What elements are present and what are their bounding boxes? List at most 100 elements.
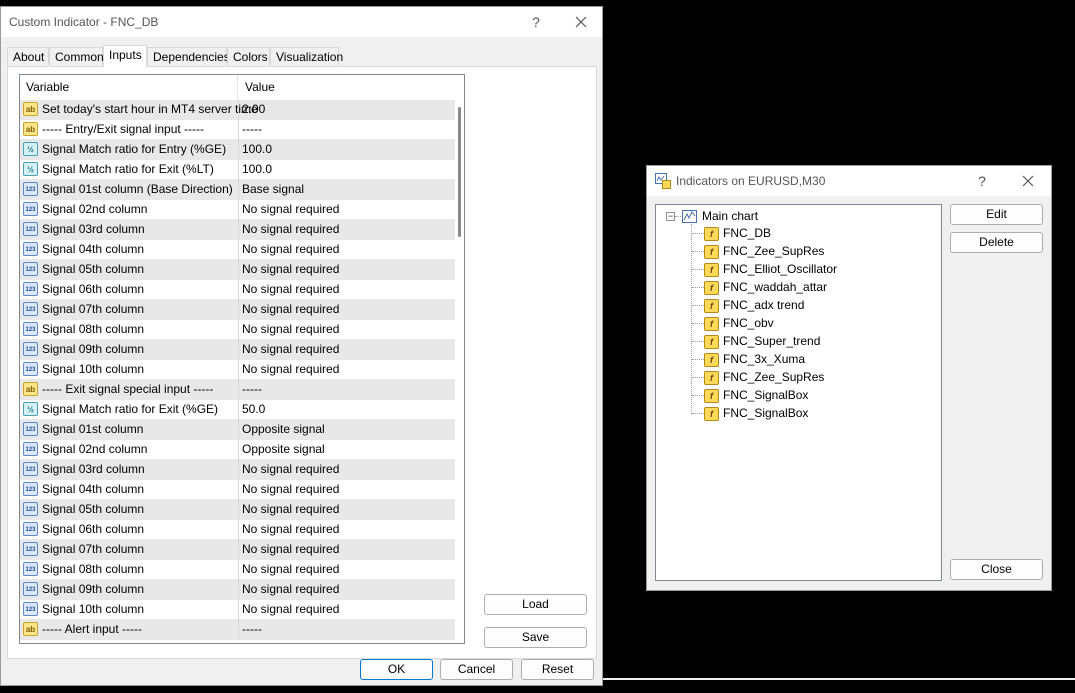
table-row[interactable]: ½ Signal Match ratio for Exit (%LT) 100.0 — [20, 160, 456, 180]
indicator-item[interactable]: f FNC_3x_Xuma — [704, 350, 805, 368]
table-row[interactable]: 123 Signal 06th column No signal required — [20, 520, 456, 540]
table-row[interactable]: ab ----- Exit signal special input ----- -… — [20, 380, 456, 400]
table-row[interactable]: 123 Signal 07th column No signal required — [20, 300, 456, 320]
title-bar[interactable]: Indicators on EURUSD,M30 ? — [647, 166, 1051, 196]
variable-cell: Signal 01st column (Base Direction) — [42, 182, 233, 196]
table-row[interactable]: 123 Signal 03rd column No signal required — [20, 460, 456, 480]
table-row[interactable]: 123 Signal 05th column No signal required — [20, 260, 456, 280]
table-row[interactable]: ½ Signal Match ratio for Exit (%GE) 50.0 — [20, 400, 456, 420]
close-icon[interactable] — [566, 11, 596, 33]
value-cell[interactable]: Opposite signal — [242, 420, 325, 440]
tab-visualization[interactable]: Visualization — [270, 47, 343, 65]
value-cell[interactable]: No signal required — [242, 600, 339, 620]
value-cell[interactable]: Opposite signal — [242, 440, 325, 460]
table-row[interactable]: 123 Signal 03rd column No signal required — [20, 220, 456, 240]
table-row[interactable]: ab ----- Entry/Exit signal input ----- ---… — [20, 120, 456, 140]
value-cell[interactable]: No signal required — [242, 560, 339, 580]
variable-cell: Signal 04th column — [42, 482, 145, 496]
value-cell[interactable]: ----- — [242, 380, 262, 400]
table-row[interactable]: 123 Signal 02nd column No signal required — [20, 200, 456, 220]
value-cell[interactable]: No signal required — [242, 480, 339, 500]
value-cell[interactable]: No signal required — [242, 500, 339, 520]
indicator-item[interactable]: f FNC_SignalBox — [704, 386, 808, 404]
ok-button[interactable]: OK — [360, 659, 433, 680]
table-row[interactable]: 123 Signal 08th column No signal required — [20, 560, 456, 580]
indicator-item[interactable]: f FNC_SignalBox — [704, 404, 808, 422]
value-cell[interactable]: No signal required — [242, 220, 339, 240]
collapse-toggle-icon[interactable]: − — [666, 212, 675, 221]
indicator-item[interactable]: f FNC_waddah_attar — [704, 278, 827, 296]
value-cell[interactable]: No signal required — [242, 360, 339, 380]
table-row[interactable]: 123 Signal 10th column No signal required — [20, 360, 456, 380]
scrollbar-thumb[interactable] — [458, 107, 461, 237]
value-cell[interactable]: No signal required — [242, 260, 339, 280]
indicator-function-icon: f — [704, 406, 719, 421]
table-row[interactable]: 123 Signal 09th column No signal required — [20, 580, 456, 600]
title-bar[interactable]: Custom Indicator - FNC_DB ? — [1, 7, 602, 37]
value-cell[interactable]: No signal required — [242, 460, 339, 480]
value-cell[interactable]: No signal required — [242, 520, 339, 540]
value-cell[interactable]: Base signal — [242, 180, 304, 200]
value-cell[interactable]: No signal required — [242, 240, 339, 260]
tree-root-main-chart[interactable]: Main chart — [682, 207, 758, 225]
grid-scrollbar[interactable] — [455, 75, 464, 643]
tab-inputs[interactable]: Inputs — [103, 45, 147, 67]
value-cell[interactable]: 100.0 — [242, 140, 272, 160]
indicator-item[interactable]: f FNC_obv — [704, 314, 774, 332]
close-icon[interactable] — [1013, 170, 1043, 192]
column-divider — [238, 340, 239, 360]
column-header-variable[interactable]: Variable — [20, 75, 238, 100]
table-row[interactable]: 123 Signal 04th column No signal required — [20, 480, 456, 500]
cancel-button[interactable]: Cancel — [440, 659, 513, 680]
indicator-item[interactable]: f FNC_DB — [704, 224, 771, 242]
tab-about[interactable]: About — [7, 47, 49, 65]
indicator-item[interactable]: f FNC_Elliot_Oscillator — [704, 260, 837, 278]
value-cell[interactable]: No signal required — [242, 320, 339, 340]
table-row[interactable]: ½ Signal Match ratio for Entry (%GE) 100.0 — [20, 140, 456, 160]
integer-type-icon: 123 — [23, 282, 38, 296]
table-row[interactable]: ab ----- Alert input ----- ----- — [20, 620, 456, 640]
delete-button[interactable]: Delete — [950, 232, 1043, 253]
value-cell[interactable]: ----- — [242, 120, 262, 140]
value-cell[interactable]: 100.0 — [242, 160, 272, 180]
save-button[interactable]: Save — [484, 627, 587, 648]
close-button[interactable]: Close — [950, 559, 1043, 580]
reset-button[interactable]: Reset — [521, 659, 594, 680]
tab-colors[interactable]: Colors — [227, 47, 270, 65]
indicator-item[interactable]: f FNC_Zee_SupRes — [704, 368, 824, 386]
indicator-item[interactable]: f FNC_Super_trend — [704, 332, 820, 350]
value-cell[interactable]: No signal required — [242, 340, 339, 360]
load-button[interactable]: Load — [484, 594, 587, 615]
table-row[interactable]: 123 Signal 09th column No signal required — [20, 340, 456, 360]
table-row[interactable]: 123 Signal 05th column No signal required — [20, 500, 456, 520]
help-button[interactable]: ? — [967, 170, 997, 192]
table-row[interactable]: ab Set today's start hour in MT4 server t… — [20, 100, 456, 120]
value-cell[interactable]: 2:00 — [242, 100, 265, 120]
value-cell[interactable]: ----- — [242, 620, 262, 640]
variable-cell: ----- Exit signal special input ----- — [42, 382, 214, 396]
table-row[interactable]: 123 Signal 01st column (Base Direction) Ba… — [20, 180, 456, 200]
indicator-label: FNC_obv — [723, 316, 774, 330]
integer-type-icon: 123 — [23, 422, 38, 436]
column-header-value[interactable]: Value — [239, 75, 439, 100]
value-cell[interactable]: No signal required — [242, 200, 339, 220]
table-row[interactable]: 123 Signal 08th column No signal required — [20, 320, 456, 340]
value-cell[interactable]: No signal required — [242, 540, 339, 560]
help-button[interactable]: ? — [521, 11, 551, 33]
value-cell[interactable]: No signal required — [242, 300, 339, 320]
tab-dependencies[interactable]: Dependencies — [147, 47, 230, 65]
table-row[interactable]: 123 Signal 04th column No signal required — [20, 240, 456, 260]
table-row[interactable]: 123 Signal 07th column No signal required — [20, 540, 456, 560]
tab-common[interactable]: Common — [49, 47, 104, 65]
value-cell[interactable]: 50.0 — [242, 400, 265, 420]
value-cell[interactable]: No signal required — [242, 280, 339, 300]
indicator-function-icon: f — [704, 388, 719, 403]
table-row[interactable]: 123 Signal 02nd column Opposite signal — [20, 440, 456, 460]
indicator-item[interactable]: f FNC_adx trend — [704, 296, 804, 314]
table-row[interactable]: 123 Signal 01st column Opposite signal — [20, 420, 456, 440]
table-row[interactable]: 123 Signal 10th column No signal required — [20, 600, 456, 620]
edit-button[interactable]: Edit — [950, 204, 1043, 225]
table-row[interactable]: 123 Signal 06th column No signal required — [20, 280, 456, 300]
value-cell[interactable]: No signal required — [242, 580, 339, 600]
indicator-item[interactable]: f FNC_Zee_SupRes — [704, 242, 824, 260]
